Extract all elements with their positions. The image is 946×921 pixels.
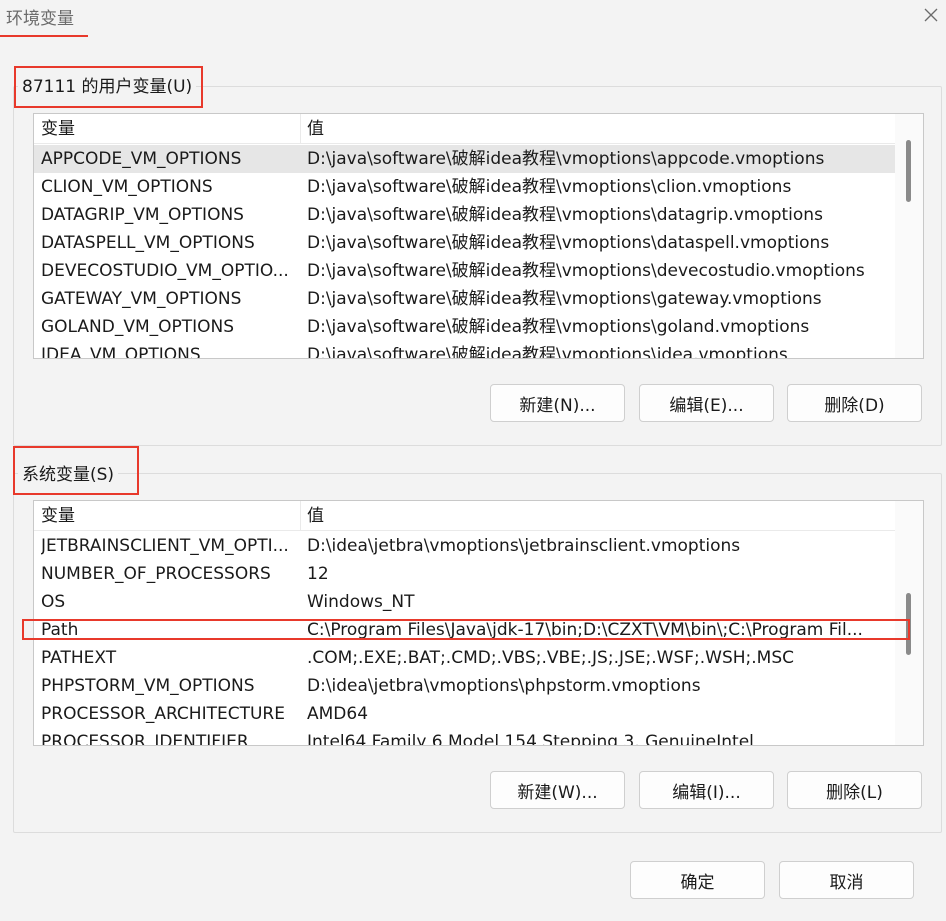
table-row[interactable]: NUMBER_OF_PROCESSORS 12 [34, 560, 896, 588]
table-row[interactable]: OS Windows_NT [34, 588, 896, 616]
variable-value: Windows_NT [307, 592, 415, 612]
table-row[interactable]: PROCESSOR_ARCHITECTURE AMD64 [34, 700, 896, 728]
table-row-path[interactable]: Path C:\Program Files\Java\jdk-17\bin;D:\… [34, 616, 896, 644]
variable-name: DATAGRIP_VM_OPTIONS [41, 205, 244, 225]
variable-name: GATEWAY_VM_OPTIONS [41, 289, 242, 309]
table-row[interactable]: DATASPELL_VM_OPTIONS D:\java\software\破解i… [34, 229, 896, 257]
variable-name: OS [41, 592, 66, 612]
variable-value: D:\java\software\破解idea教程\vmoptions\idea… [307, 345, 788, 359]
variable-name: DEVECOSTUDIO_VM_OPTIO... [41, 261, 289, 281]
table-row[interactable]: GATEWAY_VM_OPTIONS D:\java\software\破解ide… [34, 285, 896, 313]
variable-name: PHPSTORM_VM_OPTIONS [41, 676, 255, 696]
variable-name: PATHEXT [41, 648, 117, 668]
window-title: 环境变量 [6, 9, 74, 29]
variable-name: GOLAND_VM_OPTIONS [41, 317, 235, 337]
variable-value: Intel64 Family 6 Model 154 Stepping 3, G… [307, 732, 754, 746]
system-variables-legend: 系统变量(S) [18, 460, 119, 485]
column-header-variable[interactable]: 变量 [34, 501, 301, 531]
list-header: 变量 值 [34, 114, 896, 144]
user-variables-rows: APPCODE_VM_OPTIONS D:\java\software\破解ide… [34, 145, 896, 359]
user-variables-legend: 87111 的用户变量(U) [18, 72, 197, 97]
scrollbar-thumb[interactable] [906, 593, 911, 655]
variable-value: D:\java\software\破解idea教程\vmoptions\deve… [307, 261, 865, 281]
close-button[interactable] [918, 2, 944, 28]
variable-value: D:\idea\jetbra\vmoptions\jetbrainsclient… [307, 536, 741, 556]
variable-value: D:\java\software\破解idea教程\vmoptions\appc… [307, 149, 825, 169]
column-header-value[interactable]: 值 [301, 501, 896, 531]
variable-name: IDEA_VM_OPTIONS [41, 345, 201, 359]
user-list-scrollbar[interactable] [895, 114, 923, 358]
table-row[interactable]: IDEA_VM_OPTIONS D:\java\software\破解idea教程… [34, 341, 896, 359]
variable-value: D:\java\software\破解idea教程\vmoptions\data… [307, 205, 823, 225]
table-row[interactable]: APPCODE_VM_OPTIONS D:\java\software\破解ide… [34, 145, 896, 173]
table-row[interactable]: JETBRAINSCLIENT_VM_OPTI... D:\idea\jetbra… [34, 532, 896, 560]
variable-name: DATASPELL_VM_OPTIONS [41, 233, 255, 253]
scrollbar-thumb[interactable] [906, 140, 911, 202]
variable-value: D:\java\software\破解idea教程\vmoptions\clio… [307, 177, 792, 197]
system-delete-button[interactable]: 删除(L) [787, 771, 922, 809]
system-edit-button[interactable]: 编辑(I)... [639, 771, 774, 809]
table-row[interactable]: CLION_VM_OPTIONS D:\java\software\破解idea教… [34, 173, 896, 201]
table-row[interactable]: DEVECOSTUDIO_VM_OPTIO... D:\java\software… [34, 257, 896, 285]
variable-value: .COM;.EXE;.BAT;.CMD;.VBS;.VBE;.JS;.JSE;.… [307, 648, 795, 668]
column-header-variable[interactable]: 变量 [34, 114, 301, 144]
system-variables-list[interactable]: 变量 值 JETBRAINSCLIENT_VM_OPTI... D:\idea\j… [33, 500, 924, 746]
variable-name: PROCESSOR_ARCHITECTURE [41, 704, 285, 724]
list-header: 变量 值 [34, 501, 896, 531]
variable-value: 12 [307, 564, 329, 584]
variable-value: D:\java\software\破解idea教程\vmoptions\gate… [307, 289, 822, 309]
variable-name: APPCODE_VM_OPTIONS [41, 149, 242, 169]
ok-button[interactable]: 确定 [630, 861, 765, 899]
table-row[interactable]: PROCESSOR_IDENTIFIER Intel64 Family 6 Mod… [34, 728, 896, 746]
table-row[interactable]: PATHEXT .COM;.EXE;.BAT;.CMD;.VBS;.VBE;.JS… [34, 644, 896, 672]
variable-value: AMD64 [307, 704, 369, 724]
variable-name: NUMBER_OF_PROCESSORS [41, 564, 271, 584]
variable-value: D:\java\software\破解idea教程\vmoptions\gola… [307, 317, 810, 337]
variable-name: PROCESSOR_IDENTIFIER [41, 732, 249, 746]
system-list-scrollbar[interactable] [895, 501, 923, 745]
variable-value: D:\idea\jetbra\vmoptions\phpstorm.vmopti… [307, 676, 701, 696]
user-delete-button[interactable]: 删除(D) [787, 384, 922, 422]
variable-name: JETBRAINSCLIENT_VM_OPTI... [41, 536, 289, 556]
user-new-button[interactable]: 新建(N)... [490, 384, 625, 422]
user-variables-list[interactable]: 变量 值 APPCODE_VM_OPTIONS D:\java\software\… [33, 113, 924, 359]
user-edit-button[interactable]: 编辑(E)... [639, 384, 774, 422]
table-row[interactable]: DATAGRIP_VM_OPTIONS D:\java\software\破解id… [34, 201, 896, 229]
cancel-button[interactable]: 取消 [779, 861, 914, 899]
variable-name: Path [41, 620, 79, 640]
close-icon [924, 8, 938, 22]
table-row[interactable]: PHPSTORM_VM_OPTIONS D:\idea\jetbra\vmopti… [34, 672, 896, 700]
column-header-value[interactable]: 值 [301, 114, 896, 144]
table-row[interactable]: GOLAND_VM_OPTIONS D:\java\software\破解idea… [34, 313, 896, 341]
variable-value: C:\Program Files\Java\jdk-17\bin;D:\CZXT… [307, 620, 863, 640]
title-bar: 环境变量 [0, 0, 946, 37]
variable-value: D:\java\software\破解idea教程\vmoptions\data… [307, 233, 830, 253]
variable-name: CLION_VM_OPTIONS [41, 177, 213, 197]
system-new-button[interactable]: 新建(W)... [490, 771, 625, 809]
system-variables-rows: JETBRAINSCLIENT_VM_OPTI... D:\idea\jetbra… [34, 532, 896, 746]
title-underline-annotation [0, 35, 88, 37]
